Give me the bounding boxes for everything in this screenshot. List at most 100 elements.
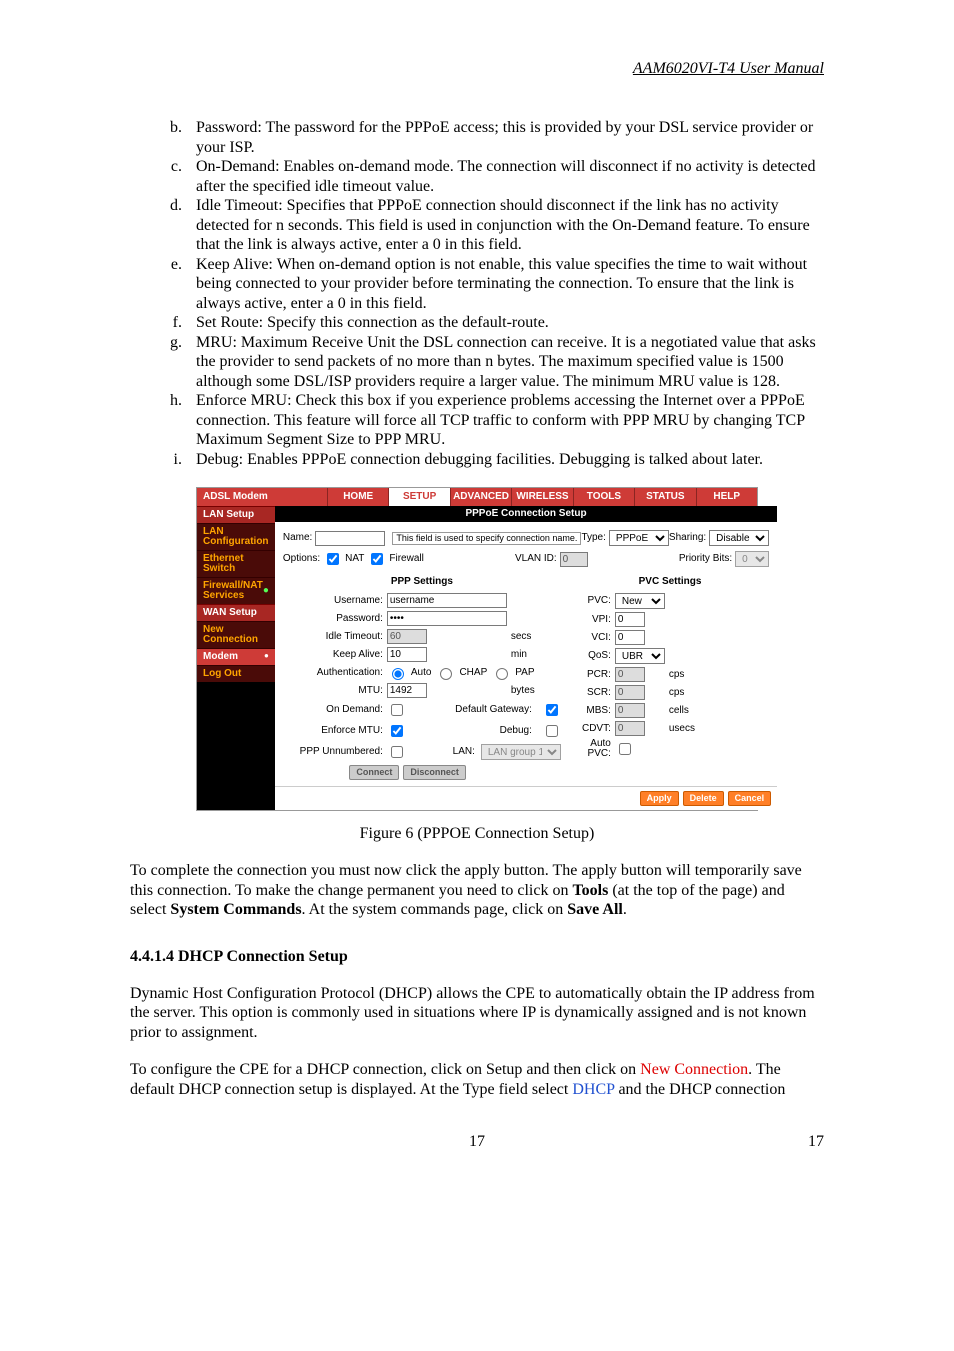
scr-label: SCR:: [571, 688, 611, 698]
enforce-mtu-label: Enforce MTU:: [283, 726, 383, 736]
sharing-label: Sharing:: [669, 533, 706, 543]
type-select[interactable]: PPPoE: [609, 530, 669, 546]
lan-select: LAN group 1: [481, 744, 561, 760]
vlan-input: [560, 552, 588, 567]
brand-label: ADSL Modem: [197, 488, 327, 506]
ppp-settings-title: PPP Settings: [283, 574, 561, 593]
lettered-list: Password: The password for the PPPoE acc…: [130, 118, 824, 469]
scr-unit: cps: [669, 688, 705, 698]
auth-pap-radio[interactable]: [496, 668, 508, 680]
auto-pvc-label: Auto PVC:: [571, 739, 611, 759]
options-label: Options:: [283, 554, 320, 564]
nav-heading-wan: WAN Setup: [197, 604, 275, 621]
delete-button[interactable]: Delete: [683, 791, 724, 806]
nav-lan-config[interactable]: LAN Configuration: [197, 523, 275, 550]
mtu-label: MTU:: [283, 686, 383, 696]
keep-unit: min: [511, 650, 561, 660]
tab-status[interactable]: STATUS: [634, 488, 695, 506]
on-demand-checkbox[interactable]: [391, 704, 403, 716]
nav-ethernet-switch[interactable]: Ethernet Switch: [197, 550, 275, 577]
list-item: Debug: Enables PPPoE connection debuggin…: [186, 450, 824, 470]
nat-label: NAT: [345, 554, 364, 564]
auth-chap-label: CHAP: [459, 668, 487, 678]
default-gw-label: Default Gateway:: [455, 705, 532, 715]
list-item: Set Route: Specify this connection as th…: [186, 313, 824, 333]
auth-auto-radio[interactable]: [392, 668, 404, 680]
nav-modem[interactable]: Modem: [197, 648, 275, 665]
debug-checkbox[interactable]: [546, 725, 558, 737]
name-hint: This field is used to specify connection…: [392, 532, 581, 545]
pcr-input: [615, 667, 645, 682]
left-nav: LAN Setup LAN Configuration Ethernet Swi…: [197, 506, 275, 810]
pcr-unit: cps: [669, 670, 705, 680]
firewall-checkbox[interactable]: [371, 553, 383, 565]
status-dot-icon: ●: [263, 586, 269, 596]
list-item: Enforce MRU: Check this box if you exper…: [186, 391, 824, 450]
mbs-input: [615, 703, 645, 718]
section-heading-dhcp: 4.4.1.4 DHCP Connection Setup: [130, 948, 824, 966]
vpi-input[interactable]: [615, 612, 645, 627]
panel-title: PPPoE Connection Setup: [275, 506, 777, 522]
mtu-input[interactable]: [387, 683, 427, 698]
sharing-select[interactable]: Disable: [709, 530, 769, 546]
page-footer: 17 17: [130, 1133, 824, 1151]
keep-alive-label: Keep Alive:: [283, 650, 383, 660]
idle-timeout-input: [387, 629, 427, 644]
list-item: On-Demand: Enables on-demand mode. The c…: [186, 157, 824, 196]
priority-select: 0: [735, 551, 769, 567]
name-input[interactable]: [315, 531, 385, 546]
password-label: Password:: [283, 614, 383, 624]
paragraph-dhcp-config: To configure the CPE for a DHCP connecti…: [130, 1060, 824, 1099]
vpi-label: VPI:: [571, 615, 611, 625]
paragraph-dhcp-intro: Dynamic Host Configuration Protocol (DHC…: [130, 984, 824, 1043]
cdvt-label: CDVT:: [571, 724, 611, 734]
enforce-mtu-checkbox[interactable]: [391, 725, 403, 737]
vci-input[interactable]: [615, 630, 645, 645]
unnum-label: PPP Unnumbered:: [283, 747, 383, 757]
default-gw-checkbox[interactable]: [546, 704, 558, 716]
tab-bar: ADSL Modem HOME SETUP ADVANCED WIRELESS …: [197, 488, 757, 506]
auth-pap-label: PAP: [515, 668, 534, 678]
lan-label: LAN:: [453, 747, 475, 757]
nav-logout[interactable]: Log Out: [197, 665, 275, 682]
cdvt-input: [615, 721, 645, 736]
tab-advanced[interactable]: ADVANCED: [450, 488, 511, 506]
page-number-center: 17: [190, 1133, 764, 1151]
tab-setup[interactable]: SETUP: [388, 488, 449, 506]
pvc-settings-title: PVC Settings: [571, 574, 769, 593]
tab-tools[interactable]: TOOLS: [573, 488, 634, 506]
link-dhcp-text: DHCP: [572, 1081, 614, 1098]
doc-header-title: AAM6020VI-T4 User Manual: [130, 60, 824, 78]
bottom-button-row: Apply Delete Cancel: [275, 786, 777, 810]
pvc-label: PVC:: [571, 596, 611, 606]
auth-auto-label: Auto: [411, 668, 432, 678]
list-item: Keep Alive: When on-demand option is not…: [186, 255, 824, 314]
apply-button[interactable]: Apply: [640, 791, 679, 806]
idle-timeout-label: Idle Timeout:: [283, 632, 383, 642]
tab-help[interactable]: HELP: [696, 488, 757, 506]
disconnect-button[interactable]: Disconnect: [403, 765, 466, 780]
list-item: Idle Timeout: Specifies that PPPoE conne…: [186, 196, 824, 255]
connect-button[interactable]: Connect: [349, 765, 399, 780]
nav-firewall-nat-label: Firewall/NAT Services: [203, 581, 263, 601]
auth-chap-radio[interactable]: [440, 668, 452, 680]
priority-label: Priority Bits:: [679, 554, 732, 564]
list-item: Password: The password for the PPPoE acc…: [186, 118, 824, 157]
nat-checkbox[interactable]: [327, 553, 339, 565]
nav-new-connection[interactable]: New Connection: [197, 621, 275, 648]
unnum-checkbox[interactable]: [391, 746, 403, 758]
cdvt-unit: usecs: [669, 724, 705, 734]
tab-home[interactable]: HOME: [327, 488, 388, 506]
username-input[interactable]: [387, 593, 507, 608]
qos-select[interactable]: UBR: [615, 648, 665, 664]
figure-pppoe-setup: ADSL Modem HOME SETUP ADVANCED WIRELESS …: [196, 487, 758, 811]
auto-pvc-checkbox[interactable]: [619, 743, 631, 755]
nav-firewall-nat[interactable]: Firewall/NAT Services ●: [197, 577, 275, 604]
keep-alive-input[interactable]: [387, 647, 427, 662]
cancel-button[interactable]: Cancel: [728, 791, 772, 806]
list-item: MRU: Maximum Receive Unit the DSL connec…: [186, 333, 824, 392]
tab-wireless[interactable]: WIRELESS: [511, 488, 572, 506]
pvc-select[interactable]: New: [615, 593, 665, 609]
password-input[interactable]: [387, 611, 507, 626]
mbs-label: MBS:: [571, 706, 611, 716]
